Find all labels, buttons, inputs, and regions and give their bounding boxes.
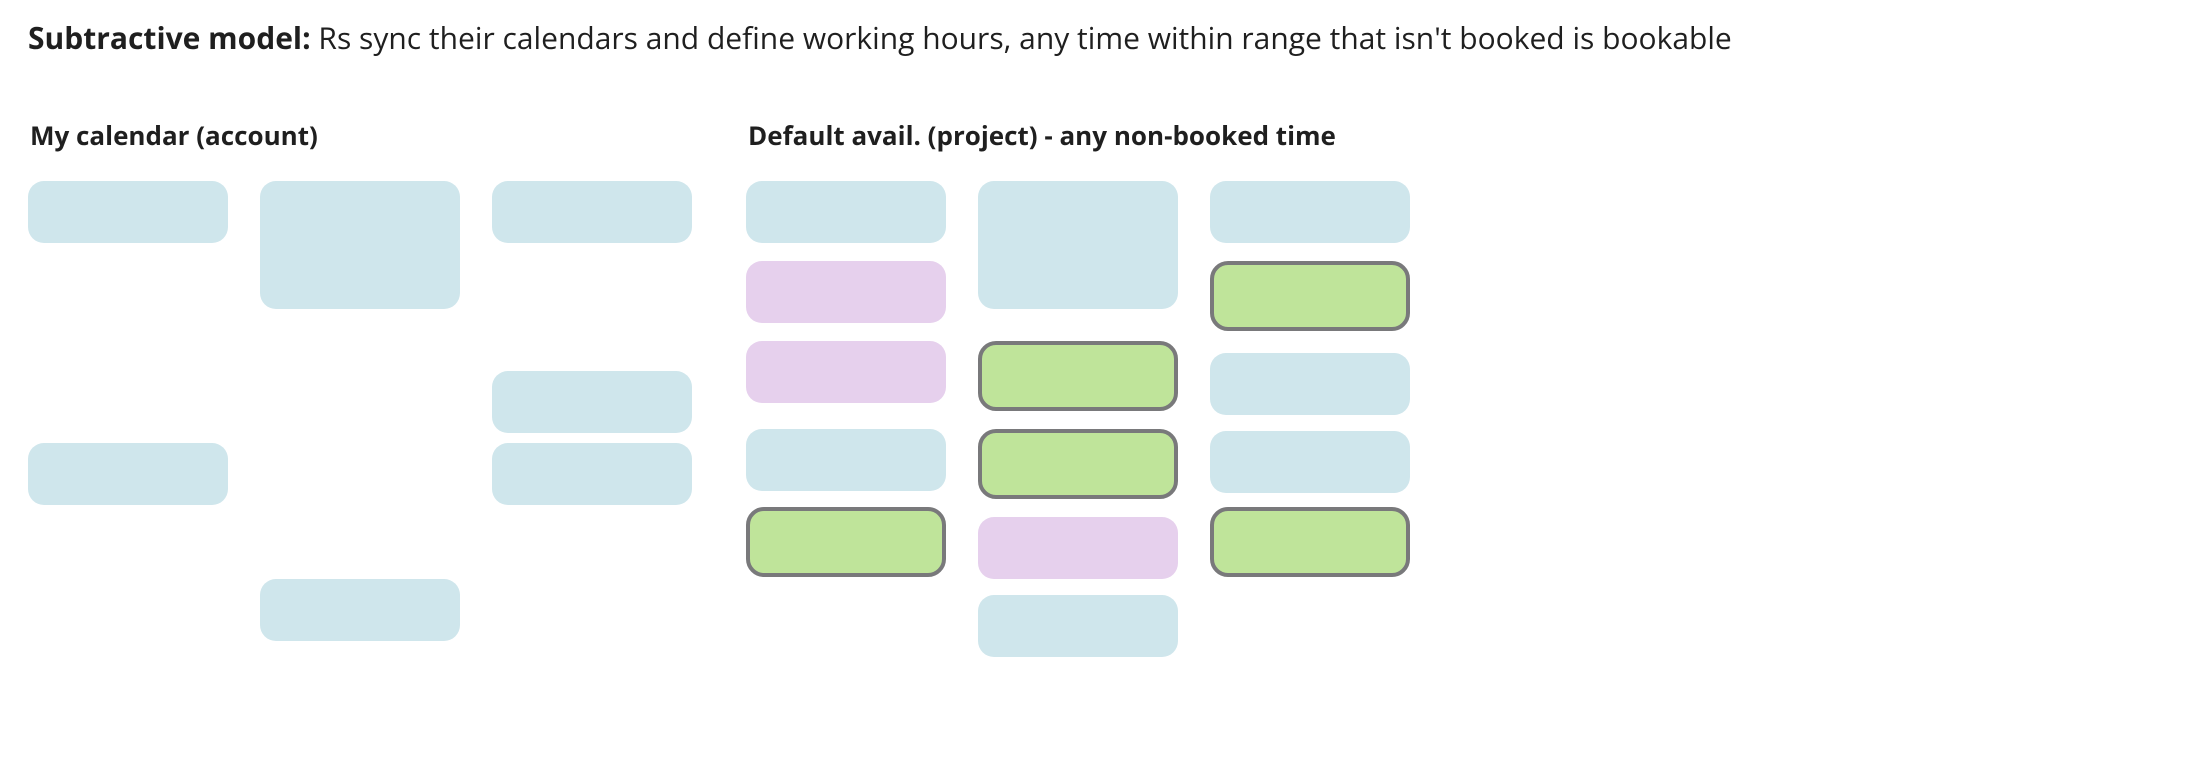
blue-block	[1210, 353, 1410, 415]
panel-my-calendar: My calendar (account)	[28, 117, 688, 711]
calendar-grid-right	[746, 181, 1426, 711]
panel-title-left: My calendar (account)	[30, 117, 688, 153]
blue-block	[746, 181, 946, 243]
calendar-grid-left	[28, 181, 688, 711]
panel-title-right: Default avail. (project) - any non-booke…	[748, 117, 1426, 153]
green-block	[1210, 507, 1410, 577]
green-block	[978, 429, 1178, 499]
panel-default-avail: Default avail. (project) - any non-booke…	[746, 117, 1426, 711]
blue-block	[260, 181, 460, 309]
blue-block	[746, 429, 946, 491]
purple-block	[978, 517, 1178, 579]
panels: My calendar (account) Default avail. (pr…	[28, 117, 2176, 711]
blue-block	[1210, 431, 1410, 493]
heading-strong: Subtractive model:	[28, 17, 311, 58]
green-block	[1210, 261, 1410, 331]
blue-block	[492, 371, 692, 433]
blue-block	[978, 595, 1178, 657]
purple-block	[746, 341, 946, 403]
blue-block	[492, 443, 692, 505]
page-heading: Subtractive model: Rs sync their calenda…	[28, 18, 2176, 59]
blue-block	[28, 181, 228, 243]
blue-block	[260, 579, 460, 641]
heading-rest: Rs sync their calendars and define worki…	[311, 17, 1732, 58]
blue-block	[28, 443, 228, 505]
blue-block	[978, 181, 1178, 309]
green-block	[746, 507, 946, 577]
green-block	[978, 341, 1178, 411]
blue-block	[492, 181, 692, 243]
purple-block	[746, 261, 946, 323]
blue-block	[1210, 181, 1410, 243]
